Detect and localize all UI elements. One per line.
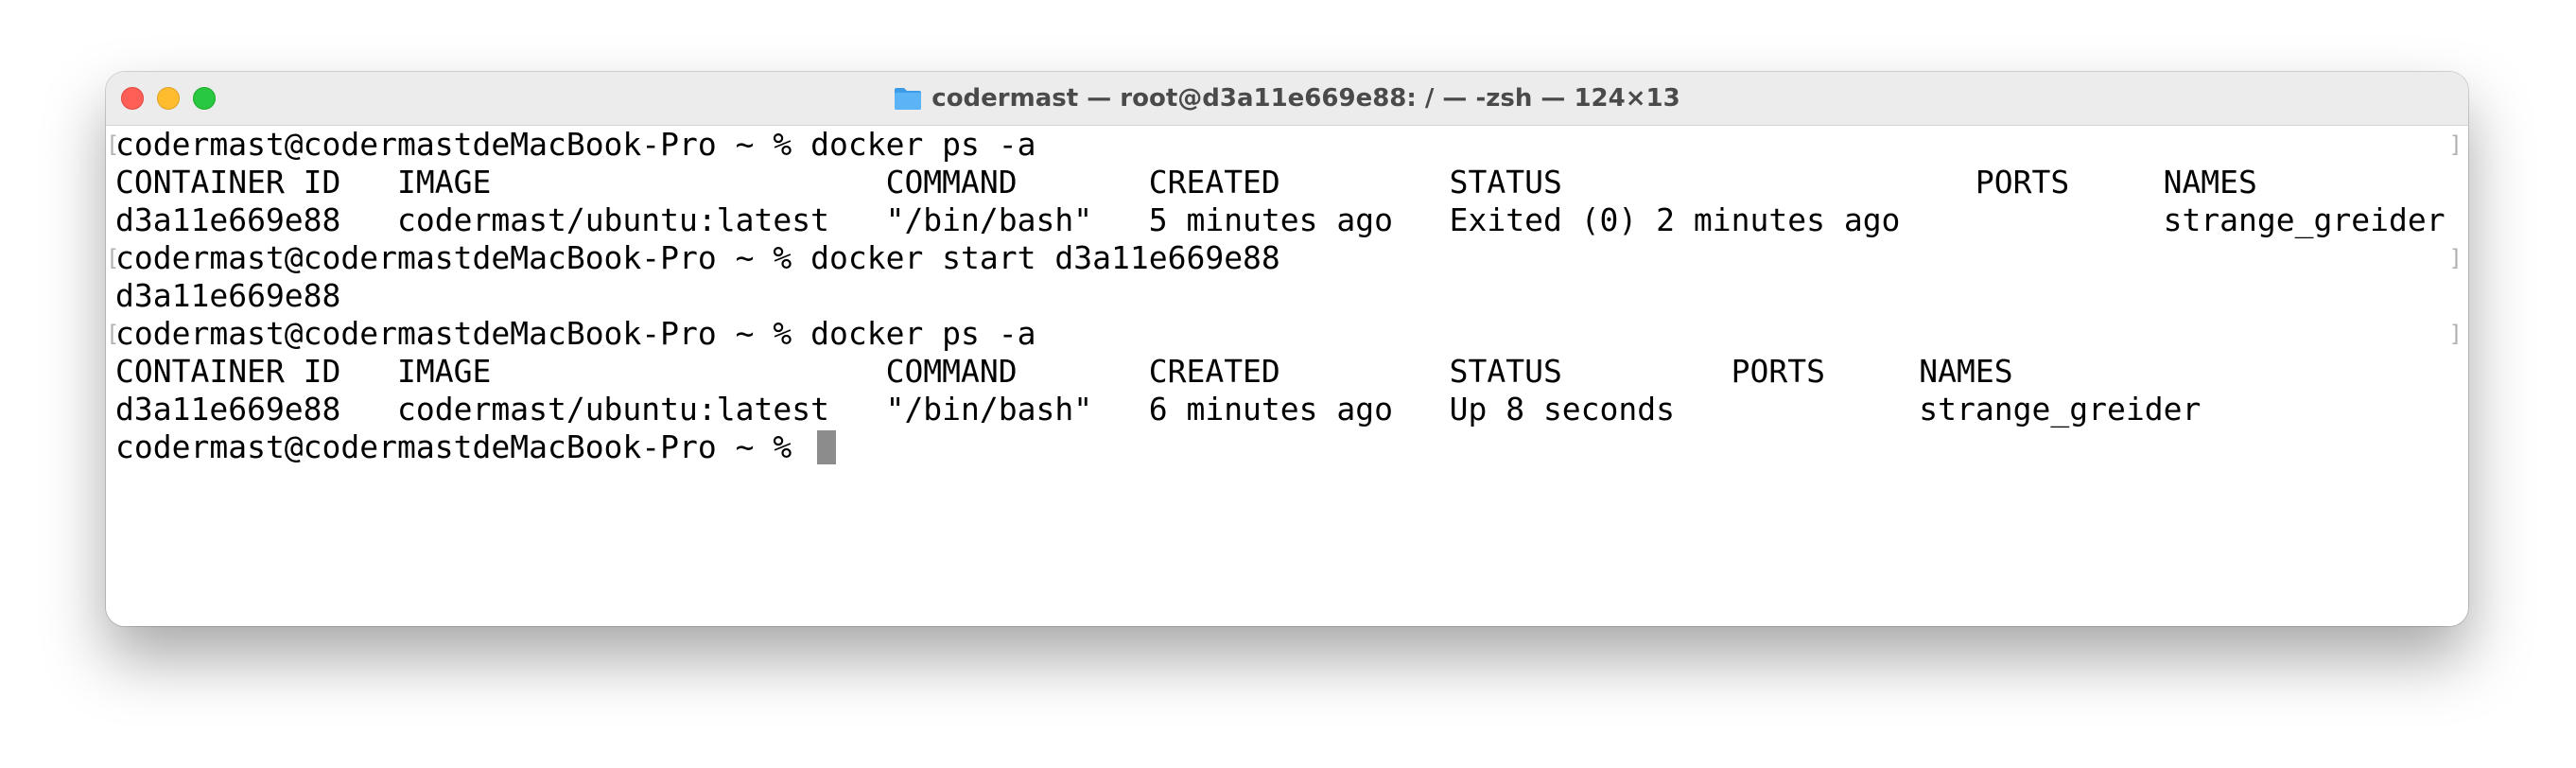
prompt-line: codermast@codermastdeMacBook-Pro ~ % doc… bbox=[115, 315, 1036, 352]
prompt-line: codermast@codermastdeMacBook-Pro ~ % doc… bbox=[115, 239, 1280, 276]
folder-icon bbox=[895, 88, 922, 110]
table-header-line: CONTAINER ID IMAGE COMMAND CREATED STATU… bbox=[115, 353, 2013, 390]
window-title-text: codermast — root@d3a11e669e88: / — -zsh … bbox=[931, 84, 1680, 113]
title-bar[interactable]: codermast — root@d3a11e669e88: / — -zsh … bbox=[106, 72, 2468, 126]
prompt-line: codermast@codermastdeMacBook-Pro ~ % doc… bbox=[115, 126, 1036, 163]
selection-bracket-right: ] bbox=[2448, 245, 2463, 271]
text-cursor bbox=[817, 430, 836, 464]
container-row: d3a11e669e88 codermast/ubuntu:latest "/b… bbox=[115, 201, 2445, 238]
current-prompt-line: codermast@codermastdeMacBook-Pro ~ % bbox=[115, 428, 811, 465]
terminal-output[interactable]: [ ] codermast@codermastdeMacBook-Pro ~ %… bbox=[106, 126, 2468, 626]
container-row: d3a11e669e88 codermast/ubuntu:latest "/b… bbox=[115, 391, 2202, 428]
selection-bracket-right: ] bbox=[2448, 321, 2463, 347]
selection-bracket-right: ] bbox=[2448, 131, 2463, 158]
table-header-line: CONTAINER ID IMAGE COMMAND CREATED STATU… bbox=[115, 164, 2257, 201]
terminal-window: codermast — root@d3a11e669e88: / — -zsh … bbox=[106, 72, 2468, 626]
output-line: d3a11e669e88 bbox=[115, 277, 341, 314]
window-title: codermast — root@d3a11e669e88: / — -zsh … bbox=[106, 72, 2468, 125]
